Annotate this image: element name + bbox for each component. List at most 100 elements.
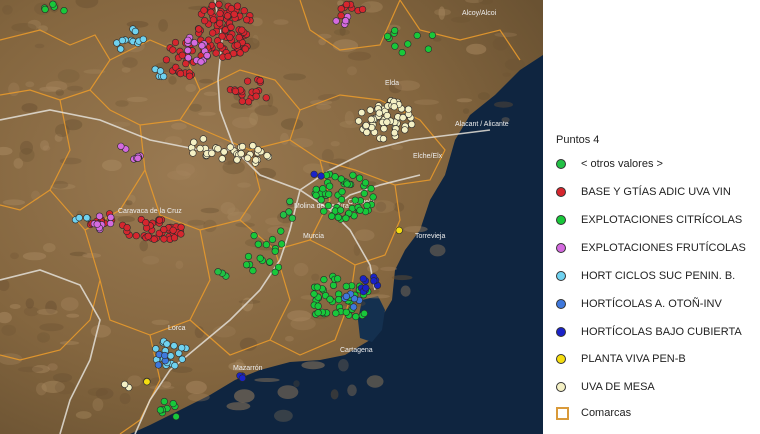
map-point[interactable]	[245, 98, 253, 106]
map-point[interactable]	[244, 77, 252, 85]
map-point[interactable]	[227, 5, 235, 13]
map-point[interactable]	[178, 51, 186, 59]
map-point[interactable]	[319, 185, 327, 193]
map-point[interactable]	[343, 0, 351, 9]
map-point[interactable]	[209, 29, 217, 37]
map-point[interactable]	[369, 193, 377, 201]
map-point[interactable]	[131, 27, 139, 36]
map-point[interactable]	[383, 32, 392, 41]
map-point[interactable]	[160, 225, 168, 234]
map-point[interactable]	[252, 92, 260, 100]
legend-item-explotaciones-citricolas[interactable]: EXPLOTACIONES CITRÍCOLAS	[556, 211, 742, 229]
map-point[interactable]	[320, 207, 328, 215]
map-point[interactable]	[328, 212, 336, 220]
legend-item-base-gtias-uva-vin[interactable]: BASE Y GTÍAS ADIC UVA VIN	[556, 183, 731, 201]
map-point[interactable]	[424, 45, 433, 53]
map-point[interactable]	[355, 117, 363, 125]
map-point[interactable]	[203, 51, 211, 60]
map-point[interactable]	[332, 17, 340, 25]
legend-item-planta-viva[interactable]: PLANTA VIVA PEN-B	[556, 350, 686, 368]
map-point[interactable]	[266, 258, 274, 266]
map-point[interactable]	[363, 128, 371, 136]
map-point[interactable]	[361, 179, 370, 187]
map-point[interactable]	[207, 8, 215, 16]
legend-item-horticolas-otono-inv[interactable]: HORTÍCOLAS A. OTOÑ-INV	[556, 295, 722, 313]
map-point[interactable]	[123, 224, 131, 232]
map-point[interactable]	[320, 276, 328, 284]
map-point[interactable]	[41, 5, 49, 13]
map-point[interactable]	[243, 16, 251, 24]
map-point[interactable]	[224, 12, 232, 20]
map-point[interactable]	[398, 48, 406, 57]
map-point[interactable]	[366, 106, 374, 114]
map-point[interactable]	[349, 171, 357, 179]
map-point[interactable]	[154, 361, 162, 369]
map-point[interactable]	[190, 138, 198, 146]
map-point[interactable]	[189, 149, 197, 157]
map-point[interactable]	[408, 120, 416, 128]
map-point[interactable]	[337, 175, 345, 183]
map-point[interactable]	[314, 302, 322, 310]
map-point[interactable]	[383, 111, 391, 120]
map-point[interactable]	[363, 201, 371, 210]
map-point[interactable]	[171, 38, 180, 47]
map-point[interactable]	[360, 309, 368, 318]
map-point[interactable]	[132, 232, 140, 240]
map-point[interactable]	[367, 115, 375, 123]
map-point[interactable]	[262, 94, 270, 102]
map-point[interactable]	[359, 275, 367, 283]
map-point[interactable]	[367, 185, 375, 193]
map-point[interactable]	[404, 40, 412, 48]
map-point[interactable]	[216, 9, 224, 18]
map-point[interactable]	[401, 126, 409, 134]
map-point[interactable]	[177, 223, 185, 231]
map-point[interactable]	[227, 23, 235, 31]
map-point[interactable]	[250, 232, 258, 240]
map-point[interactable]	[199, 135, 207, 143]
map-point[interactable]	[93, 220, 101, 228]
map-point[interactable]	[220, 148, 228, 156]
map-point[interactable]	[152, 345, 160, 353]
map-point[interactable]	[238, 26, 246, 34]
map-point[interactable]	[238, 143, 246, 151]
map-point[interactable]	[342, 292, 351, 301]
map-point[interactable]	[252, 156, 260, 164]
map-point[interactable]	[288, 214, 296, 222]
map-point[interactable]	[335, 296, 343, 304]
map-point[interactable]	[178, 355, 186, 363]
map-point[interactable]	[156, 406, 164, 414]
map-point[interactable]	[390, 103, 398, 111]
map-point[interactable]	[342, 282, 350, 291]
map-point[interactable]	[383, 118, 391, 126]
map-point[interactable]	[216, 41, 224, 50]
map-point[interactable]	[313, 283, 321, 291]
map-point[interactable]	[161, 351, 169, 360]
map-point[interactable]	[362, 121, 370, 130]
map-point[interactable]	[106, 219, 115, 228]
map-point[interactable]	[190, 39, 199, 47]
map-point[interactable]	[170, 234, 179, 242]
map-point[interactable]	[324, 202, 332, 210]
map-point[interactable]	[351, 196, 359, 204]
map-point[interactable]	[314, 309, 322, 317]
map-point[interactable]	[238, 97, 246, 105]
map-point[interactable]	[286, 197, 294, 205]
map-point[interactable]	[162, 56, 170, 64]
map-point[interactable]	[208, 149, 216, 157]
map-point[interactable]	[390, 129, 399, 137]
legend-item-otros-valores[interactable]: < otros valores >	[556, 155, 663, 173]
map-point[interactable]	[226, 143, 234, 151]
map-point[interactable]	[169, 400, 177, 408]
map-point[interactable]	[209, 16, 217, 24]
map-point[interactable]	[240, 7, 248, 15]
map-point[interactable]	[139, 35, 147, 43]
map-point[interactable]	[226, 33, 234, 42]
map-point[interactable]	[95, 212, 104, 220]
map-point[interactable]	[198, 42, 206, 50]
map-point[interactable]	[337, 5, 345, 13]
map-point[interactable]	[107, 213, 115, 221]
map-point[interactable]	[142, 219, 150, 227]
map-point[interactable]	[334, 275, 342, 283]
map-point[interactable]	[428, 31, 437, 39]
map-point[interactable]	[170, 342, 178, 350]
